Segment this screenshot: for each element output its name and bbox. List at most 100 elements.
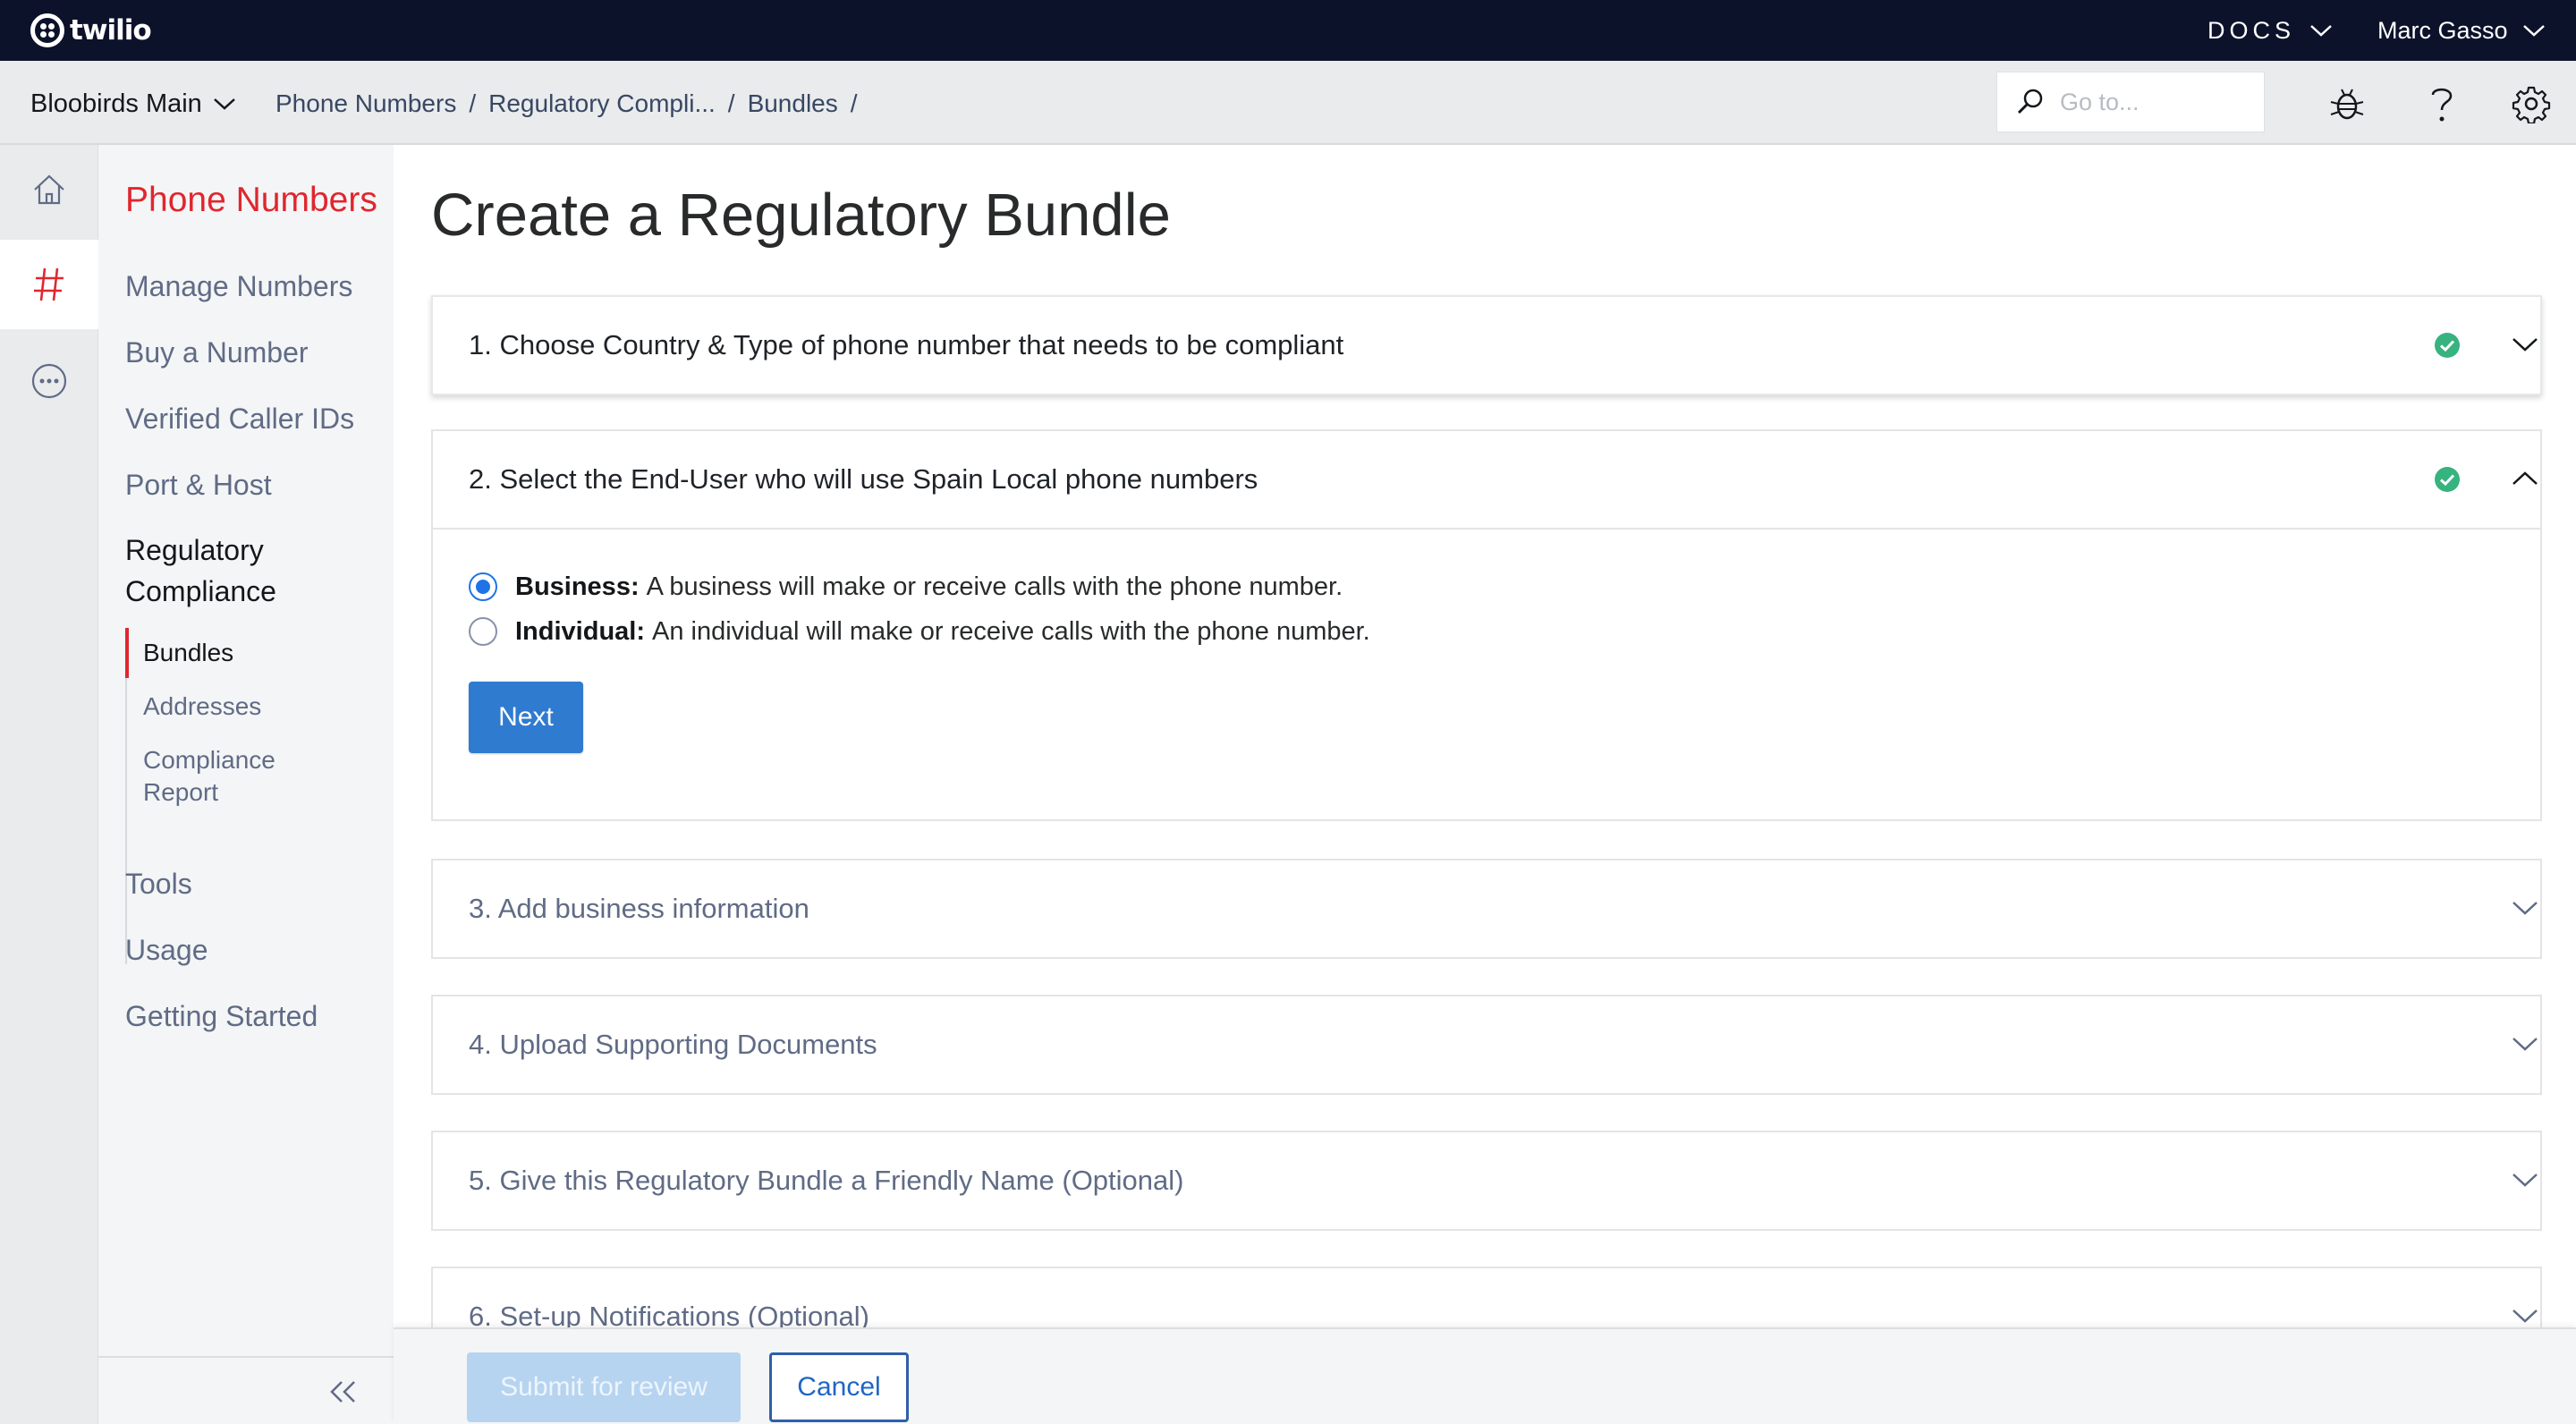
chevron-down-icon xyxy=(2310,25,2332,37)
top-bar: twilio DOCS Marc Gasso xyxy=(0,0,2576,61)
bug-icon xyxy=(2330,89,2364,120)
brand-name: twilio xyxy=(70,14,152,47)
nav-manage-numbers[interactable]: Manage Numbers xyxy=(125,270,352,303)
cancel-button[interactable]: Cancel xyxy=(769,1352,909,1422)
chevron-down-icon xyxy=(213,98,235,110)
debugger-button[interactable] xyxy=(2326,82,2368,125)
option-individual[interactable]: Individual: An individual will make or r… xyxy=(469,614,1370,649)
rail-phone-numbers[interactable] xyxy=(0,240,98,329)
step-5-panel: 5. Give this Regulatory Bundle a Friendl… xyxy=(431,1131,2542,1231)
chevron-down-icon xyxy=(2512,1038,2538,1051)
breadcrumb-separator: / xyxy=(727,89,735,117)
product-rail xyxy=(0,145,98,1424)
double-chevron-left-icon xyxy=(330,1381,355,1403)
collapse-sidebar-button[interactable] xyxy=(324,1374,363,1410)
user-menu[interactable]: Marc Gasso xyxy=(2377,14,2547,47)
account-switcher[interactable]: Bloobirds Main xyxy=(30,86,238,122)
business-radio[interactable] xyxy=(469,572,497,601)
twilio-logo-icon xyxy=(30,13,64,47)
step-4-title: 4. Upload Supporting Documents xyxy=(469,1029,877,1060)
chevron-down-icon xyxy=(2512,1174,2538,1187)
settings-button[interactable] xyxy=(2510,82,2553,125)
step-2-panel: 2. Select the End-User who will use Spai… xyxy=(431,429,2542,821)
check-circle-icon xyxy=(2435,333,2460,358)
chevron-down-icon xyxy=(2522,25,2545,37)
page-title: Create a Regulatory Bundle xyxy=(431,182,1171,249)
individual-label: Individual: xyxy=(515,616,645,646)
nav-compliance-line-1: Compliance xyxy=(143,746,275,774)
step-6-toggle[interactable] xyxy=(2510,1301,2540,1331)
nav-buy-a-number[interactable]: Buy a Number xyxy=(125,336,309,369)
step-1-toggle[interactable] xyxy=(2510,329,2540,360)
step-1-panel: 1. Choose Country & Type of phone number… xyxy=(431,295,2542,395)
docs-menu[interactable]: DOCS xyxy=(2207,14,2334,47)
search-input[interactable] xyxy=(2060,88,2239,116)
step-4-toggle[interactable] xyxy=(2510,1029,2540,1059)
nav-verified-caller-ids[interactable]: Verified Caller IDs xyxy=(125,403,354,436)
option-business[interactable]: Business: A business will make or receiv… xyxy=(469,569,1343,605)
individual-radio[interactable] xyxy=(469,617,497,646)
nav-tools[interactable]: Tools xyxy=(125,868,192,901)
docs-label: DOCS xyxy=(2207,16,2296,44)
submit-for-review-button[interactable]: Submit for review xyxy=(467,1352,741,1422)
chevron-down-icon xyxy=(2512,338,2538,352)
step-5-toggle[interactable] xyxy=(2510,1165,2540,1195)
nav-usage[interactable]: Usage xyxy=(125,934,208,967)
step-3-panel: 3. Add business information xyxy=(431,859,2542,959)
nav-section-title[interactable]: Phone Numbers xyxy=(125,181,377,220)
nav-regulatory-line-2: Compliance xyxy=(125,575,276,607)
help-button[interactable] xyxy=(2420,82,2463,125)
nav-regulatory-line-1: Regulatory xyxy=(125,534,264,566)
step-3-header[interactable]: 3. Add business information xyxy=(433,860,2540,957)
chevron-down-icon xyxy=(2512,902,2538,915)
next-button[interactable]: Next xyxy=(469,682,583,753)
step-2-body: Business: A business will make or receiv… xyxy=(433,528,2540,819)
breadcrumb-regulatory-compliance[interactable]: Regulatory Compli... xyxy=(488,89,716,118)
more-icon xyxy=(31,363,67,399)
nav-addresses[interactable]: Addresses xyxy=(143,691,261,723)
collapse-bar xyxy=(98,1356,394,1424)
account-name: Bloobirds Main xyxy=(30,89,202,118)
breadcrumb-phone-numbers[interactable]: Phone Numbers xyxy=(275,89,456,118)
check-circle-icon xyxy=(2435,467,2460,492)
nav-port-host[interactable]: Port & Host xyxy=(125,469,272,502)
business-label: Business: xyxy=(515,572,640,601)
step-1-title: 1. Choose Country & Type of phone number… xyxy=(469,329,1344,360)
nav-bundles[interactable]: Bundles xyxy=(143,637,233,669)
hash-icon xyxy=(34,267,64,301)
sub-header: Bloobirds Main Phone Numbers / Regulator… xyxy=(0,61,2576,145)
nav-compliance-line-2: Report xyxy=(143,778,219,806)
nav-regulatory-compliance[interactable]: Regulatory Compliance xyxy=(125,530,276,612)
step-3-toggle[interactable] xyxy=(2510,893,2540,923)
step-1-header[interactable]: 1. Choose Country & Type of phone number… xyxy=(433,297,2540,394)
nav-getting-started[interactable]: Getting Started xyxy=(125,1000,318,1033)
main-content: Create a Regulatory Bundle 1. Choose Cou… xyxy=(394,145,2576,1424)
nav-compliance-report[interactable]: Compliance Report xyxy=(143,744,275,809)
chevron-down-icon xyxy=(2512,1310,2538,1323)
twilio-logo[interactable]: twilio xyxy=(30,13,152,48)
chevron-up-icon xyxy=(2512,471,2538,485)
gear-icon xyxy=(2512,86,2551,123)
search-box[interactable] xyxy=(1996,72,2265,132)
breadcrumb-separator: / xyxy=(850,89,858,117)
breadcrumb: Phone Numbers / Regulatory Compli... / B… xyxy=(275,86,870,122)
user-name: Marc Gasso xyxy=(2377,16,2508,44)
breadcrumb-separator: / xyxy=(469,89,477,117)
individual-description: An individual will make or receive calls… xyxy=(652,616,1370,646)
rail-home[interactable] xyxy=(0,145,98,234)
home-icon xyxy=(34,174,64,205)
step-2-header[interactable]: 2. Select the End-User who will use Spai… xyxy=(433,431,2540,528)
step-4-panel: 4. Upload Supporting Documents xyxy=(431,995,2542,1095)
step-2-toggle[interactable] xyxy=(2510,463,2540,494)
business-description: A business will make or receive calls wi… xyxy=(646,572,1343,601)
search-icon xyxy=(2017,89,2043,114)
rail-more[interactable] xyxy=(0,336,98,426)
side-nav: Phone Numbers Manage Numbers Buy a Numbe… xyxy=(98,145,394,1424)
step-3-title: 3. Add business information xyxy=(469,893,809,924)
breadcrumb-bundles[interactable]: Bundles xyxy=(748,89,838,118)
question-icon xyxy=(2431,88,2453,122)
step-4-header[interactable]: 4. Upload Supporting Documents xyxy=(433,996,2540,1093)
step-2-title: 2. Select the End-User who will use Spai… xyxy=(469,463,1258,495)
active-indicator xyxy=(125,628,129,678)
step-5-header[interactable]: 5. Give this Regulatory Bundle a Friendl… xyxy=(433,1132,2540,1229)
